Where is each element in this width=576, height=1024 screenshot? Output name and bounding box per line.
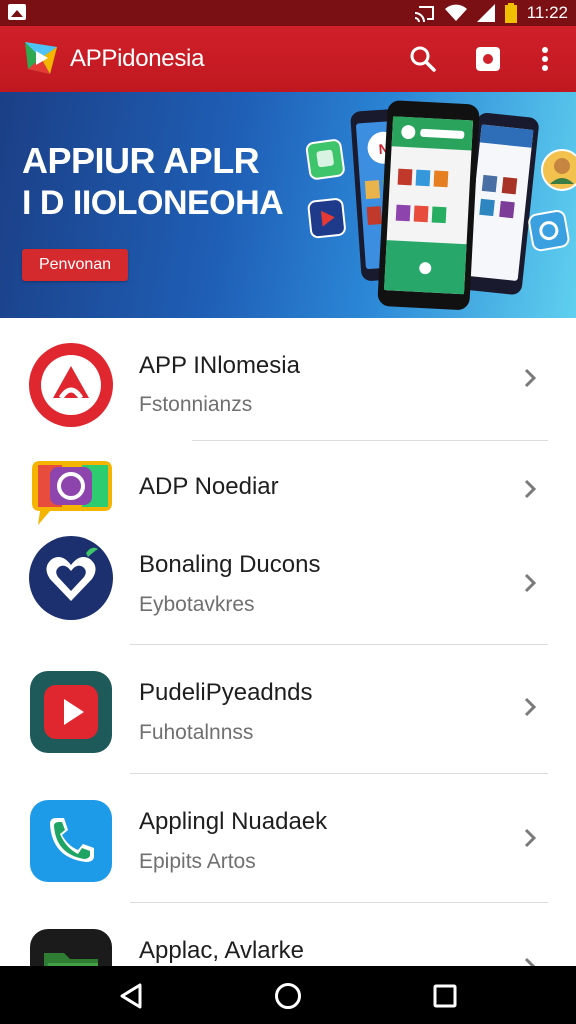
play-app-icon [30, 671, 112, 753]
folder-app-icon [30, 929, 112, 966]
status-icons: 11:22 [413, 2, 568, 24]
list-item-subtitle: Fstonnianzs [139, 393, 253, 416]
floating-app-icon [305, 139, 345, 180]
list-item-title: ADP Noediar [139, 473, 279, 500]
list-item[interactable]: APP INlomesia Fstonnianzs [0, 318, 576, 440]
app-title: APPidonesia [70, 45, 205, 72]
app-bar: APPidonesia [0, 26, 576, 92]
floating-app-icon [307, 198, 346, 239]
more-vert-icon [542, 47, 548, 71]
status-time: 11:22 [526, 3, 568, 22]
chevron-right-icon [524, 828, 537, 848]
list-item[interactable]: PudeliPyeadnds Fuhotalnnss [0, 645, 576, 773]
list-item-title: PudeliPyeadnds [139, 679, 313, 706]
list-item-subtitle: Epipits Artos [139, 850, 256, 873]
wifi-icon [444, 4, 467, 21]
banner-headline: APPIUR APLR [22, 140, 260, 181]
app-list: APP INlomesia Fstonnianzs ADP Noediar Bo… [0, 318, 576, 966]
list-item-title: Applingl Nuadaek [139, 808, 328, 835]
more-options-button[interactable] [527, 41, 563, 77]
chat-bubble-app-icon [32, 461, 112, 525]
heart-app-icon [29, 536, 113, 620]
notification-button[interactable] [470, 41, 506, 77]
app-logo-icon[interactable] [22, 39, 60, 77]
list-item-title: Bonaling Ducons [139, 551, 321, 578]
battery-icon [504, 3, 517, 23]
floating-app-icon [528, 210, 570, 252]
list-item[interactable]: Applac, Avlarke [0, 903, 576, 966]
list-item[interactable]: Applingl Nuadaek Epipits Artos [0, 774, 576, 902]
list-item[interactable]: Bonaling Ducons Eybotavkres [0, 531, 576, 644]
banner-button[interactable]: Penvonan [22, 249, 128, 281]
chevron-right-icon [524, 697, 537, 717]
chevron-right-icon [524, 573, 537, 593]
chevron-right-icon [524, 368, 537, 388]
chevron-right-icon [524, 957, 536, 966]
search-icon [410, 46, 436, 72]
recents-button[interactable] [427, 978, 463, 1014]
promo-banner[interactable]: APPIUR APLR I D IIOLONEOHA Penvonan N [0, 92, 576, 318]
banner-subheadline: I D IIOLONEOHA [22, 184, 284, 222]
list-item-subtitle: Eybotavkres [139, 593, 255, 616]
navigation-bar [0, 966, 576, 1024]
home-button[interactable] [270, 978, 306, 1014]
status-bar: 11:22 [0, 0, 576, 26]
red-circle-app-icon [29, 343, 113, 427]
phone-app-icon [30, 800, 112, 882]
chevron-right-icon [524, 479, 537, 499]
list-item-title: APP INlomesia [139, 352, 300, 379]
floating-avatar-icon [541, 149, 576, 191]
gallery-icon [8, 4, 26, 20]
list-item[interactable]: ADP Noediar [0, 441, 576, 531]
phones-illustration: N [305, 100, 576, 310]
cast-icon [414, 6, 434, 22]
signal-icon [476, 4, 495, 22]
notification-icon [476, 47, 500, 71]
search-button[interactable] [405, 41, 441, 77]
back-button[interactable] [113, 978, 149, 1014]
list-item-title: Applac, Avlarke [139, 937, 304, 964]
recents-icon [433, 984, 457, 1008]
home-icon [275, 983, 301, 1009]
back-icon [120, 983, 142, 1009]
list-item-subtitle: Fuhotalnnss [139, 721, 254, 744]
